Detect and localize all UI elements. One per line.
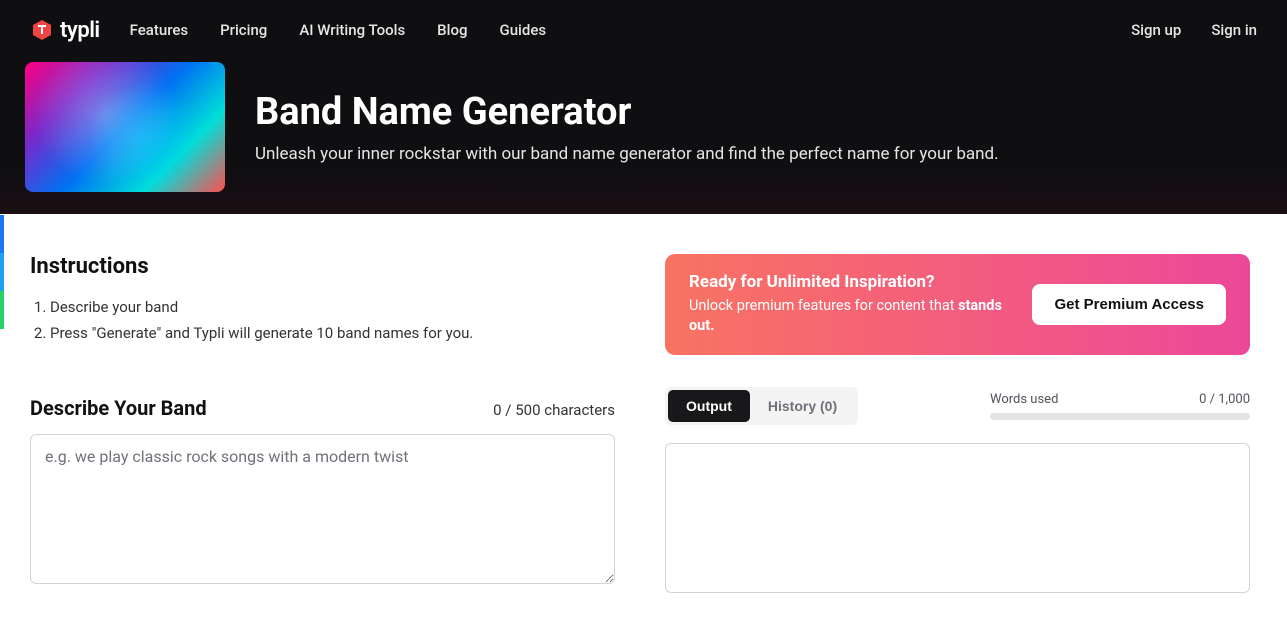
- hero-section: Band Name Generator Unleash your inner r…: [0, 60, 1287, 214]
- premium-text: Ready for Unlimited Inspiration? Unlock …: [689, 272, 1012, 337]
- header-left: typli Features Pricing AI Writing Tools …: [30, 18, 546, 43]
- sign-in-link[interactable]: Sign in: [1211, 21, 1257, 39]
- social-share-bar: [0, 215, 4, 329]
- premium-subtitle: Unlock premium features for content that…: [689, 296, 1012, 337]
- describe-header: Describe Your Band 0 / 500 characters: [30, 396, 615, 420]
- instructions-list: Describe your band Press "Generate" and …: [30, 295, 615, 346]
- words-progress-bar: [990, 413, 1250, 420]
- page-subtitle: Unleash your inner rockstar with our ban…: [255, 144, 999, 164]
- words-used-row: Words used 0 / 1,000: [990, 392, 1250, 407]
- whatsapp-share-button[interactable]: [0, 291, 4, 329]
- instruction-item: Press "Generate" and Typli will generate…: [50, 321, 615, 347]
- logo-text: typli: [60, 18, 100, 43]
- logo-icon: [30, 18, 54, 42]
- main-nav: Features Pricing AI Writing Tools Blog G…: [130, 21, 546, 39]
- band-description-input[interactable]: [30, 434, 615, 584]
- output-tabs: Output History (0): [665, 387, 858, 425]
- right-column: Ready for Unlimited Inspiration? Unlock …: [665, 254, 1250, 593]
- words-used-label: Words used: [990, 392, 1058, 407]
- nav-features[interactable]: Features: [130, 21, 188, 39]
- char-count: 0 / 500 characters: [493, 401, 615, 419]
- nav-blog[interactable]: Blog: [437, 21, 467, 39]
- page-title: Band Name Generator: [255, 90, 999, 134]
- output-controls-row: Output History (0) Words used 0 / 1,000: [665, 387, 1250, 425]
- nav-pricing[interactable]: Pricing: [220, 21, 267, 39]
- tab-history[interactable]: History (0): [750, 390, 855, 422]
- logo[interactable]: typli: [30, 18, 100, 43]
- premium-banner: Ready for Unlimited Inspiration? Unlock …: [665, 254, 1250, 355]
- nav-guides[interactable]: Guides: [499, 21, 546, 39]
- hero-content: Band Name Generator Unleash your inner r…: [255, 62, 999, 164]
- instructions-heading: Instructions: [30, 254, 615, 279]
- words-used-widget: Words used 0 / 1,000: [990, 392, 1250, 420]
- left-column: Instructions Describe your band Press "G…: [30, 254, 615, 593]
- describe-heading: Describe Your Band: [30, 396, 207, 420]
- sign-up-link[interactable]: Sign up: [1131, 21, 1181, 39]
- nav-ai-tools[interactable]: AI Writing Tools: [299, 21, 405, 39]
- facebook-share-button[interactable]: [0, 215, 4, 253]
- main-content: Instructions Describe your band Press "G…: [0, 214, 1287, 633]
- twitter-share-button[interactable]: [0, 253, 4, 291]
- premium-title: Ready for Unlimited Inspiration?: [689, 272, 1012, 292]
- top-header: typli Features Pricing AI Writing Tools …: [0, 0, 1287, 60]
- tab-output[interactable]: Output: [668, 390, 750, 422]
- instruction-item: Describe your band: [50, 295, 615, 321]
- words-used-count: 0 / 1,000: [1199, 392, 1250, 407]
- hero-image: [25, 62, 225, 192]
- header-right: Sign up Sign in: [1131, 21, 1257, 39]
- output-box: [665, 443, 1250, 593]
- get-premium-button[interactable]: Get Premium Access: [1032, 284, 1226, 325]
